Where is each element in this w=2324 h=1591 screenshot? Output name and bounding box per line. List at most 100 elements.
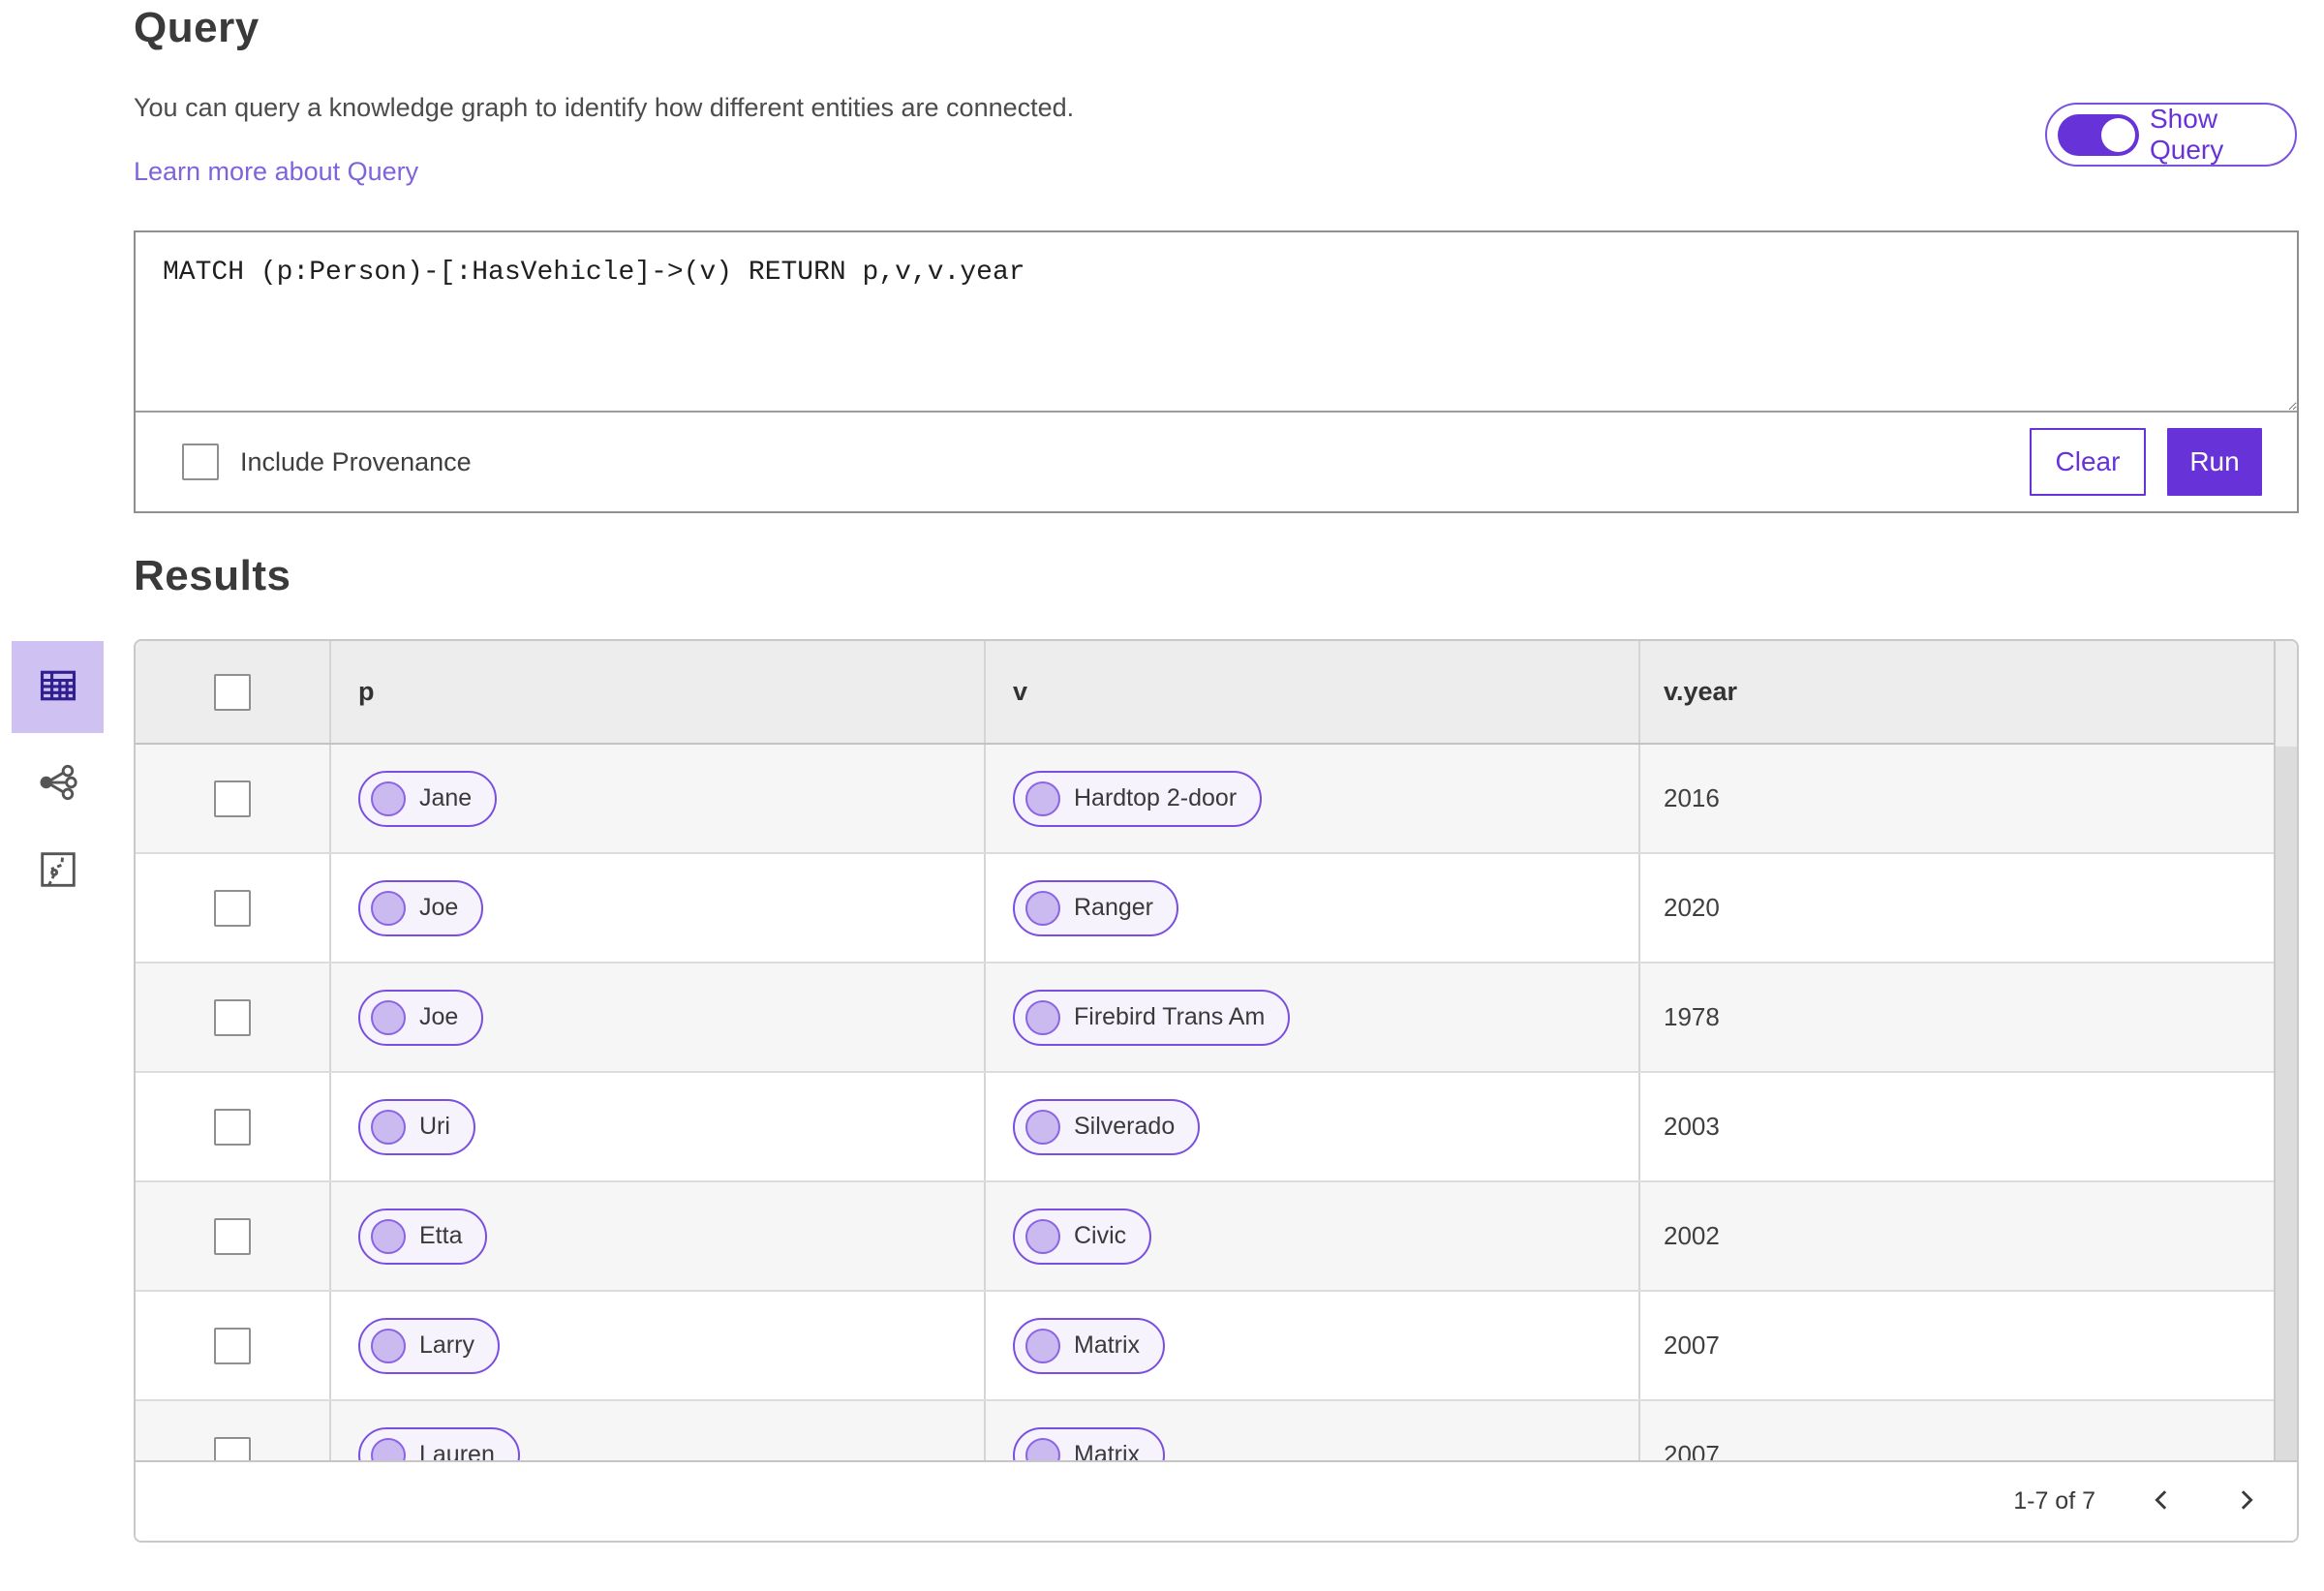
toggle-switch-icon[interactable]: [2058, 113, 2139, 156]
person-node-pill[interactable]: Jane: [358, 770, 498, 827]
learn-more-link[interactable]: Learn more about Query: [134, 157, 418, 187]
row-p-cell: Etta: [331, 1182, 986, 1290]
vehicle-node-pill[interactable]: Ranger: [1013, 879, 1178, 936]
include-provenance-label: Include Provenance: [240, 446, 472, 476]
graph-view-button[interactable]: [29, 754, 87, 812]
row-v-cell: Civic: [986, 1182, 1640, 1290]
vehicle-node-pill[interactable]: Civic: [1013, 1208, 1152, 1265]
table-row: Uri Silverado 2003: [136, 1073, 2297, 1182]
table-view-button[interactable]: [12, 641, 104, 733]
toggle-knob: [2101, 117, 2135, 152]
node-circle-icon: [1025, 999, 1060, 1035]
query-editor-panel: MATCH (p:Person)-[:HasVehicle]->(v) RETU…: [134, 230, 2299, 513]
table-row: Larry Matrix 2007: [136, 1292, 2297, 1401]
vehicle-node-label: Ranger: [1074, 894, 1153, 921]
row-year-cell: 2003: [1640, 1073, 2297, 1180]
pagination-bar: 1-7 of 7: [136, 1460, 2297, 1541]
row-checkbox[interactable]: [214, 1327, 251, 1364]
vehicle-node-label: Civic: [1074, 1222, 1127, 1249]
column-header-vyear-label: v.year: [1664, 677, 1738, 706]
row-year-cell: 1978: [1640, 964, 2297, 1071]
row-checkbox-cell: [136, 1182, 331, 1290]
row-v-cell: Silverado: [986, 1073, 1640, 1180]
node-circle-icon: [371, 1109, 406, 1145]
node-circle-icon: [371, 1328, 406, 1363]
column-header-p: p: [331, 641, 986, 743]
row-checkbox[interactable]: [214, 1217, 251, 1255]
person-node-label: Joe: [419, 1003, 459, 1030]
query-input[interactable]: MATCH (p:Person)-[:HasVehicle]->(v) RETU…: [136, 232, 2297, 411]
row-checkbox[interactable]: [214, 1108, 251, 1146]
run-button[interactable]: Run: [2167, 428, 2262, 496]
node-circle-icon: [1025, 780, 1060, 816]
vehicle-year-value: 2007: [1664, 1331, 1720, 1360]
table-row: Etta Civic 2002: [136, 1182, 2297, 1292]
table-row: Joe Firebird Trans Am 1978: [136, 964, 2297, 1073]
row-checkbox[interactable]: [214, 780, 251, 817]
person-node-pill[interactable]: Etta: [358, 1208, 488, 1265]
row-v-cell: Firebird Trans Am: [986, 964, 1640, 1071]
next-page-button[interactable]: [2229, 1485, 2262, 1518]
graph-view-icon: [36, 760, 80, 808]
row-p-cell: Joe: [331, 854, 986, 962]
node-circle-icon: [371, 890, 406, 926]
select-all-checkbox[interactable]: [214, 673, 251, 711]
previous-page-button[interactable]: [2146, 1485, 2179, 1518]
table-header-row: p v v.year: [136, 641, 2297, 745]
person-node-pill[interactable]: Joe: [358, 879, 484, 936]
row-year-cell: 2002: [1640, 1182, 2297, 1290]
node-circle-icon: [1025, 1328, 1060, 1363]
scrollbar-thumb[interactable]: [2276, 747, 2297, 1541]
map-view-button[interactable]: [29, 841, 87, 900]
vehicle-node-pill[interactable]: Matrix: [1013, 1317, 1166, 1374]
row-year-cell: 2020: [1640, 854, 2297, 962]
person-node-pill[interactable]: Larry: [358, 1317, 500, 1374]
show-query-toggle[interactable]: Show Query: [2045, 103, 2297, 167]
results-table: p v v.year Jane Hardtop 2-door 2016 Joe …: [134, 639, 2299, 1543]
person-node-label: Uri: [419, 1113, 450, 1140]
pagination-range-label: 1-7 of 7: [2013, 1487, 2095, 1515]
clear-button[interactable]: Clear: [2030, 428, 2146, 496]
row-v-cell: Ranger: [986, 854, 1640, 962]
row-v-cell: Hardtop 2-door: [986, 745, 1640, 852]
node-circle-icon: [1025, 1218, 1060, 1254]
table-scrollbar[interactable]: [2274, 641, 2297, 1541]
table-row: Jane Hardtop 2-door 2016: [136, 745, 2297, 854]
vehicle-year-value: 2016: [1664, 783, 1720, 812]
column-header-p-label: p: [358, 677, 375, 706]
column-header-vyear: v.year: [1640, 641, 2297, 743]
node-circle-icon: [371, 780, 406, 816]
vehicle-year-value: 2003: [1664, 1112, 1720, 1141]
chevron-right-icon: [2231, 1485, 2260, 1517]
row-checkbox-cell: [136, 964, 331, 1071]
chevron-left-icon: [2148, 1485, 2177, 1517]
row-v-cell: Matrix: [986, 1292, 1640, 1399]
row-p-cell: Larry: [331, 1292, 986, 1399]
vehicle-node-label: Hardtop 2-door: [1074, 784, 1238, 811]
row-checkbox-cell: [136, 854, 331, 962]
table-row: Joe Ranger 2020: [136, 854, 2297, 964]
vehicle-node-label: Matrix: [1074, 1331, 1141, 1359]
person-node-label: Jane: [419, 784, 473, 811]
include-provenance-checkbox[interactable]: [182, 444, 219, 480]
knowledge-graph-query-page: Query You can query a knowledge graph to…: [0, 0, 2324, 1591]
query-action-buttons: Clear Run: [2030, 428, 2262, 496]
vehicle-node-pill[interactable]: Hardtop 2-door: [1013, 770, 1263, 827]
vehicle-year-value: 2002: [1664, 1221, 1720, 1250]
row-checkbox[interactable]: [214, 998, 251, 1036]
person-node-pill[interactable]: Uri: [358, 1098, 475, 1155]
row-checkbox-cell: [136, 1073, 331, 1180]
row-checkbox-cell: [136, 1292, 331, 1399]
vehicle-year-value: 2020: [1664, 893, 1720, 922]
node-circle-icon: [371, 999, 406, 1035]
vehicle-year-value: 1978: [1664, 1002, 1720, 1031]
row-checkbox-cell: [136, 745, 331, 852]
row-p-cell: Uri: [331, 1073, 986, 1180]
vehicle-node-label: Silverado: [1074, 1113, 1176, 1140]
map-view-icon: [36, 847, 80, 895]
row-year-cell: 2016: [1640, 745, 2297, 852]
vehicle-node-pill[interactable]: Silverado: [1013, 1098, 1201, 1155]
row-checkbox[interactable]: [214, 889, 251, 927]
vehicle-node-pill[interactable]: Firebird Trans Am: [1013, 989, 1291, 1046]
person-node-pill[interactable]: Joe: [358, 989, 484, 1046]
